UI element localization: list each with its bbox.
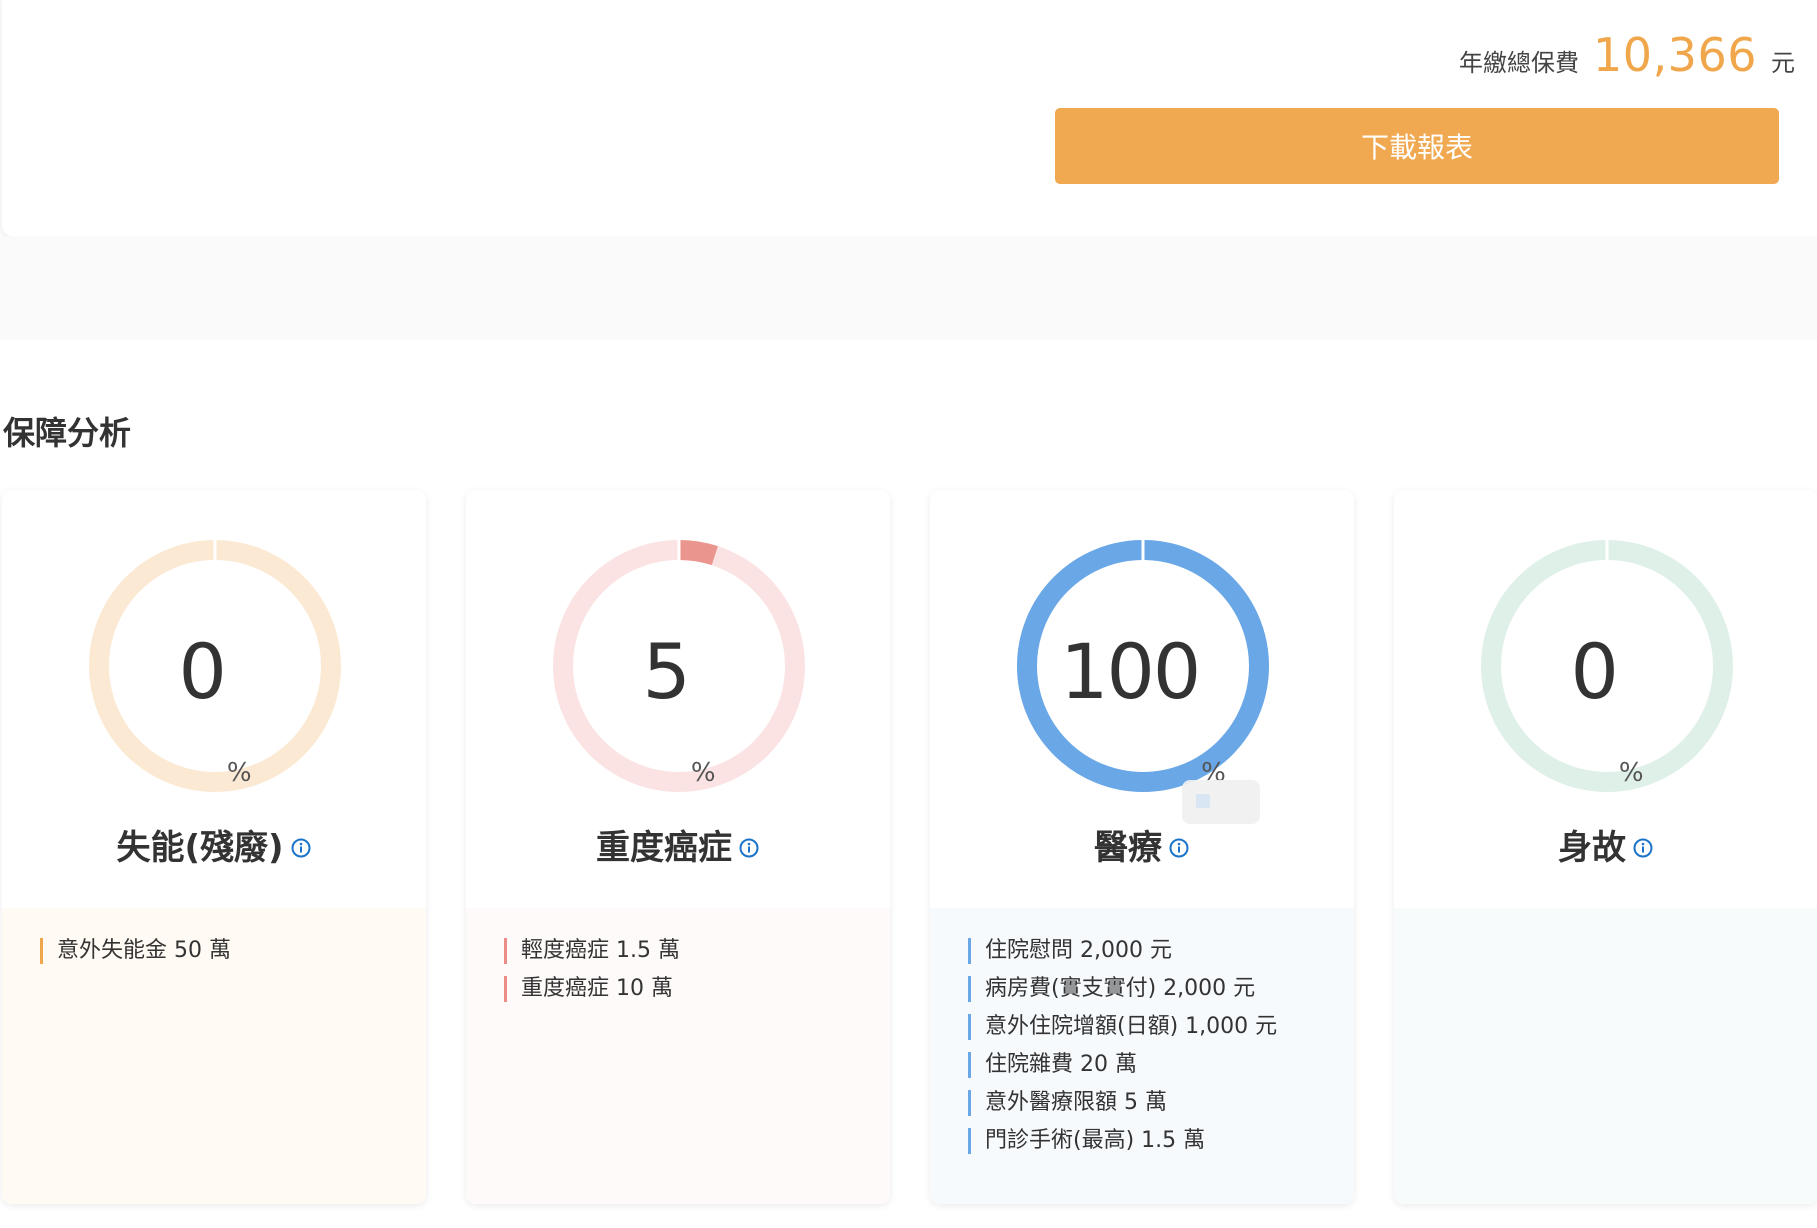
section-title: 保障分析: [3, 414, 132, 452]
percent-symbol: %: [226, 758, 252, 788]
coverage-card-medical: 100% 醫療 住院慰問 2,000 元病房費(實支實付) 2,000 元意外住…: [930, 490, 1354, 1204]
download-report-button[interactable]: 下載報表: [1055, 108, 1779, 184]
coverage-ring: 100%: [1017, 540, 1269, 824]
coverage-details: [1394, 908, 1817, 1204]
coverage-details: 住院慰問 2,000 元病房費(實支實付) 2,000 元意外住院增額(日額) …: [930, 908, 1354, 1204]
coverage-percent: 0%: [89, 540, 341, 792]
coverage-list: 輕度癌症 1.5 萬重度癌症 10 萬: [504, 938, 890, 1002]
coverage-list: 住院慰問 2,000 元病房費(實支實付) 2,000 元意外住院增額(日額) …: [968, 938, 1354, 1154]
coverage-card-disability: 0% 失能(殘廢) 意外失能金 50 萬: [2, 490, 426, 1204]
coverage-item: 意外醫療限額 5 萬: [968, 1090, 1354, 1116]
coverage-ring: 5%: [553, 540, 805, 792]
card-title-text: 醫療: [1094, 828, 1162, 868]
tooltip-swatch: [1196, 794, 1210, 808]
percent-value: 5: [642, 627, 690, 716]
info-icon[interactable]: [738, 837, 760, 859]
coverage-list: 意外失能金 50 萬: [40, 938, 426, 964]
coverage-percent: 100%: [1017, 540, 1269, 792]
premium-value: 10,366: [1593, 28, 1757, 82]
percent-value: 0: [1570, 627, 1618, 716]
percent-value: 0: [178, 627, 226, 716]
premium-unit: 元: [1771, 49, 1795, 77]
card-title: 失能(殘廢): [2, 820, 426, 869]
coverage-percent: 5%: [553, 540, 805, 792]
card-title-text: 失能(殘廢): [116, 828, 284, 868]
coverage-item: 意外失能金 50 萬: [40, 938, 426, 964]
coverage-item: 病房費(實支實付) 2,000 元: [968, 976, 1354, 1002]
coverage-card-death: 0% 身故: [1394, 490, 1817, 1204]
coverage-item: 門診手術(最高) 1.5 萬: [968, 1128, 1354, 1154]
card-title-text: 身故: [1558, 828, 1626, 868]
info-icon[interactable]: [1168, 837, 1190, 859]
coverage-percent: 0%: [1481, 540, 1733, 792]
percent-symbol: %: [1618, 758, 1644, 788]
premium-label: 年繳總保費: [1459, 49, 1580, 77]
coverage-item: 住院慰問 2,000 元: [968, 938, 1354, 964]
info-icon[interactable]: [1632, 837, 1654, 859]
annual-premium: 年繳總保費 10,366 元: [1459, 28, 1795, 82]
coverage-item: 住院雜費 20 萬: [968, 1052, 1354, 1078]
card-title: 醫療: [930, 820, 1354, 869]
coverage-item: 意外住院增額(日額) 1,000 元: [968, 1014, 1354, 1040]
section-divider: [0, 236, 1817, 340]
card-title: 重度癌症: [466, 820, 890, 869]
coverage-item: 重度癌症 10 萬: [504, 976, 890, 1002]
info-icon[interactable]: [290, 837, 312, 859]
hover-tooltip: [1182, 780, 1260, 824]
card-title: 身故: [1394, 820, 1817, 869]
card-title-text: 重度癌症: [596, 828, 732, 868]
coverage-card-critical-cancer: 5% 重度癌症 輕度癌症 1.5 萬重度癌症 10 萬: [466, 490, 890, 1204]
percent-symbol: %: [690, 758, 716, 788]
coverage-details: 輕度癌症 1.5 萬重度癌症 10 萬: [466, 908, 890, 1204]
coverage-item: 輕度癌症 1.5 萬: [504, 938, 890, 964]
coverage-ring: 0%: [89, 540, 341, 792]
percent-value: 100: [1060, 627, 1201, 716]
coverage-ring: 0%: [1481, 540, 1733, 792]
coverage-details: 意外失能金 50 萬: [2, 908, 426, 1204]
